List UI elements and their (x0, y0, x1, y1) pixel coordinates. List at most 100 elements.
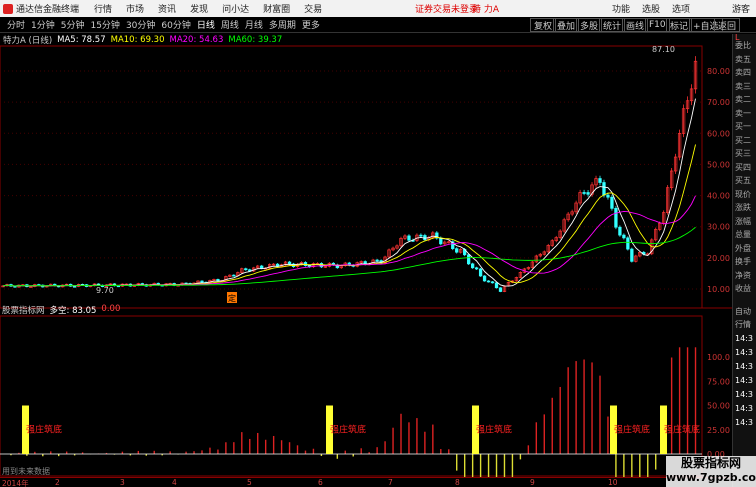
time-axis-label: 4 (172, 478, 177, 487)
candle-body (419, 234, 423, 237)
signal-text: 强庄筑底 (614, 424, 650, 436)
kline-chart[interactable]: 强庄筑底 强庄筑底 强庄筑底 强庄筑底 强庄筑底 80.00 70.00 60.00 50.0… (0, 34, 732, 477)
period-tab-daily[interactable]: 日线 (194, 18, 218, 31)
price-axis-label: 20.00 (707, 254, 730, 263)
time-axis: 2014年 2 3 4 5 6 7 8 9 10 (0, 477, 732, 487)
sub-indicator-name[interactable]: 股票指标网 (2, 304, 45, 316)
menu-stock-pick[interactable]: 选股 (636, 2, 666, 15)
quote-label: 总量 (735, 230, 751, 239)
time-axis-label: 7 (388, 478, 393, 487)
quote-label: 收益 (735, 284, 751, 293)
candle-body (598, 178, 602, 183)
watermark-url: www.7gpzb.com (666, 471, 756, 484)
quote-label: 外盘 (735, 243, 751, 253)
candle-body (490, 281, 495, 284)
time-axis-label: 9 (530, 478, 535, 487)
quote-label: 买五 (735, 176, 751, 185)
menu-options[interactable]: 选项 (666, 2, 696, 15)
auto-quote-label[interactable]: 行情 (735, 319, 751, 330)
candle-body (470, 263, 475, 269)
candle-body (622, 234, 626, 239)
main-chart-frame (0, 45, 703, 309)
quote-label: 涨跌 (735, 203, 751, 212)
menubar: 通达信金融终端 行情 市场 资讯 发现 问小达 财富圈 交易 证券交易未登录 特… (0, 0, 756, 17)
menu-item-news[interactable]: 资讯 (151, 2, 183, 15)
candle-body (72, 285, 77, 288)
price-axis-label: 50.00 (707, 160, 730, 169)
candle-body (287, 261, 292, 265)
candle-body (626, 237, 630, 250)
menu-item-quotes[interactable]: 行情 (87, 2, 119, 15)
sub-axis-label: 75.00 (707, 377, 730, 386)
quote-label: 卖五 (735, 54, 751, 64)
quote-label: 卖二 (735, 95, 751, 104)
quote-label: 买二 (735, 135, 751, 145)
menu-item-ask[interactable]: 问小达 (215, 2, 256, 15)
candle-body (614, 208, 618, 228)
app-logo-icon (3, 3, 13, 14)
tick-time: 14:3 (735, 418, 753, 427)
period-tab-1min[interactable]: 1分钟 (28, 18, 58, 31)
quote-label: 卖一 (735, 108, 751, 118)
candle-body (478, 268, 483, 277)
quote-side-panel: L 委比 卖五 卖四 卖三 卖二 卖一 买一 买二 买三 买四 买五 现价 涨跌 涨幅 总量 外盘 换手 净资 收益… (732, 33, 756, 487)
guest-label[interactable]: 游客 (726, 2, 756, 15)
candle-body (602, 182, 606, 196)
menu-item-discover[interactable]: 发现 (183, 2, 215, 15)
ma60-line (2, 226, 696, 287)
quote-label: 涨幅 (735, 216, 751, 226)
period-tab-15min[interactable]: 15分钟 (87, 18, 122, 31)
tick-time: 14:3 (735, 404, 753, 413)
quote-label: 净资 (735, 270, 751, 280)
quote-label: 买四 (735, 162, 751, 172)
period-tab-5min[interactable]: 5分钟 (58, 18, 88, 31)
signal-text: 强庄筑底 (476, 424, 512, 436)
auto-quote-label[interactable]: 自动 (735, 306, 751, 317)
sub-chart-frame (0, 315, 703, 477)
tick-time: 14:3 (735, 362, 753, 371)
price-axis-label: 60.00 (707, 129, 730, 138)
candle-body (232, 274, 236, 277)
candle-body (606, 194, 610, 198)
time-axis-label: 6 (318, 478, 323, 487)
period-tab-more[interactable]: 更多 (299, 18, 323, 31)
current-stock: 特 力A (472, 5, 500, 15)
period-tab-multi[interactable]: 多周期 (266, 18, 299, 31)
watermark-title: 股票指标网 (680, 456, 741, 470)
price-axis-label: 10.00 (707, 285, 730, 294)
login-warning[interactable]: 证券交易未登录 (415, 2, 478, 15)
back-button[interactable]: 返回 (714, 18, 741, 32)
quote-label: 卖三 (735, 81, 751, 91)
time-axis-label: 3 (120, 478, 125, 487)
period-tab-60min[interactable]: 60分钟 (158, 18, 193, 31)
period-tab-30min[interactable]: 30分钟 (123, 18, 158, 31)
signal-text: 强庄筑底 (664, 424, 700, 436)
candle-body (482, 275, 487, 282)
time-axis-label: 2 (55, 478, 60, 487)
quote-label: 换手 (735, 257, 751, 266)
signal-text: 强庄筑底 (26, 424, 62, 436)
candle-body (586, 192, 590, 195)
menu-function[interactable]: 功能 (606, 2, 636, 15)
low-price-label: 9.70 (96, 286, 114, 295)
menu-item-market[interactable]: 市场 (119, 2, 151, 15)
future-data-note: 用到未来数据 (2, 467, 50, 476)
candle-body (630, 248, 634, 262)
time-axis-label: 8 (455, 478, 460, 487)
tick-time: 14:3 (735, 334, 753, 343)
price-axis-label: 30.00 (707, 223, 730, 232)
candle-body (494, 282, 499, 289)
tick-time: 14:3 (735, 348, 753, 357)
menu-item-trade[interactable]: 交易 (297, 2, 329, 15)
time-axis-label: 10 (608, 478, 618, 487)
signal-text: 强庄筑底 (330, 424, 366, 436)
menu-item-wealth[interactable]: 财富圈 (256, 2, 297, 15)
sub-indicator-bar: 股票指标网 多空: 83.05 0.00 (2, 304, 125, 316)
candle-body (244, 268, 248, 271)
quote-label: 买一 (735, 122, 751, 131)
watermark: 股票指标网 www.7gpzb.com (666, 456, 756, 487)
sub-axis-label: 50.00 (707, 402, 730, 411)
period-tab-intraday[interactable]: 分时 (4, 18, 28, 31)
period-tab-weekly[interactable]: 周线 (218, 18, 242, 31)
period-tab-monthly[interactable]: 月线 (242, 18, 266, 31)
